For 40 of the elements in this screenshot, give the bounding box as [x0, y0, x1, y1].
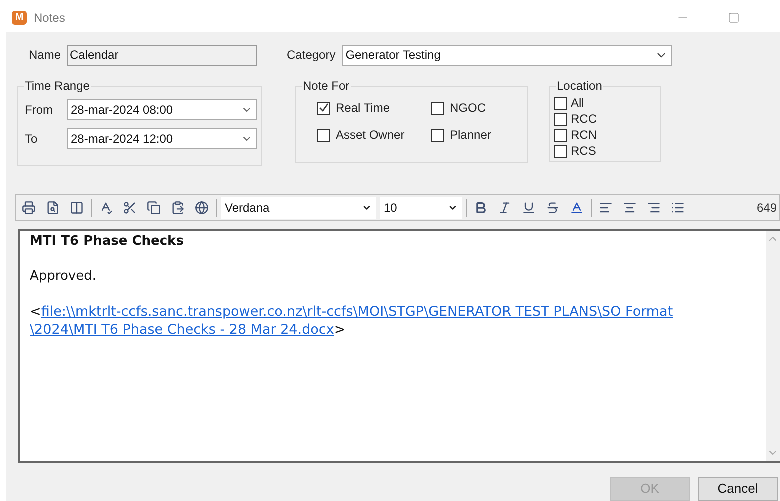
date-time-picker[interactable]: 28-mar-2024 12:00 — [67, 128, 257, 149]
time-label: From — [25, 102, 54, 118]
checkbox[interactable] — [554, 129, 567, 142]
note-heading: MTI T6 Phase Checks — [30, 233, 184, 251]
checkbox[interactable] — [317, 128, 330, 142]
name-field[interactable]: Calendar — [67, 44, 258, 66]
category-label: Category — [287, 47, 336, 64]
category-dropdown[interactable]: Generator Testing — [342, 44, 672, 66]
name-label: Name — [29, 47, 62, 64]
size-dropdown[interactable]: 10 — [380, 196, 462, 218]
time-label: To — [25, 130, 39, 148]
font-dropdown[interactable]: Verdana — [221, 196, 376, 218]
checkbox[interactable] — [431, 128, 444, 142]
group-title: Time Range — [24, 79, 91, 93]
file-link[interactable]: file:\\mktrlt-ccfs.sanc.transpower.co.nz\rlt-ccfs\MOI\STGP\GENERATOR TEST PLANS\SO Format — [41, 303, 674, 321]
bracket-text: < — [30, 303, 42, 321]
checkbox-label: Asset Owner — [336, 127, 405, 144]
group-title: Note For — [302, 79, 351, 93]
checkbox-label: Planner — [450, 127, 492, 144]
date-time-picker[interactable]: 28-mar-2024 08:00 — [67, 99, 257, 120]
checkbox[interactable] — [554, 145, 567, 158]
group-title: Location — [556, 79, 604, 93]
dialog-button[interactable]: Cancel — [698, 477, 778, 501]
bracket-text: > — [334, 321, 346, 339]
window-title: Notes — [34, 10, 66, 26]
checkbox-label: NGOC — [450, 100, 486, 117]
checkbox[interactable] — [317, 102, 330, 114]
checkbox[interactable] — [431, 102, 444, 114]
app-icon: M — [12, 10, 27, 24]
character-count: 649 — [756, 200, 777, 216]
checkbox-label: RCS — [571, 145, 596, 158]
checkbox[interactable] — [554, 97, 567, 110]
checkbox-label: RCN — [571, 129, 597, 142]
text-editor[interactable]: MTI T6 Phase Checks Approved. <file:\\mktrlt-ccfs.sanc.transpower.co.nz\rlt-ccfs\MOI\STGP\GENERATOR TEST PLANS\SO Format \2024\MTI T6 Phase Checks - 28 Mar 24.docx> — [18, 229, 780, 463]
note-paragraph: Approved. — [30, 268, 96, 286]
checkbox-label: RCC — [571, 113, 597, 126]
checkbox-label: Real Time — [336, 100, 390, 117]
checkbox[interactable] — [554, 113, 567, 126]
file-link[interactable]: \2024\MTI T6 Phase Checks - 28 Mar 24.docx — [30, 321, 334, 339]
checkbox-label: All — [571, 97, 584, 110]
